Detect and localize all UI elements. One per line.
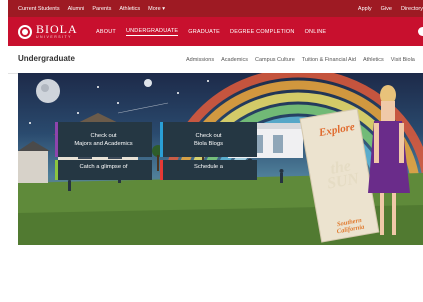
utility-link-athletics[interactable]: Athletics	[119, 6, 140, 12]
cta-accent-bar	[55, 122, 58, 157]
utility-bar: Current Students Alumni Parents Athletic…	[8, 0, 423, 17]
subnav-link-athletics[interactable]: Athletics	[363, 57, 384, 63]
nav-link-degree-completion[interactable]: DEGREE COMPLETION	[230, 29, 295, 35]
cta-accent-bar	[55, 160, 58, 180]
cta-line1: Check out	[90, 132, 117, 139]
cta-accent-bar	[160, 160, 163, 180]
subnav-link-admissions[interactable]: Admissions	[186, 57, 214, 63]
cta-accent-bar	[160, 122, 163, 157]
subnav-link-academics[interactable]: Academics	[221, 57, 248, 63]
cta-catch-a-glimpse[interactable]: Catch a glimpse of	[55, 160, 152, 180]
cta-schedule-a-visit[interactable]: Schedule a	[160, 160, 257, 180]
logo-mark-icon	[18, 24, 32, 39]
utility-link-alumni[interactable]: Alumni	[68, 6, 85, 12]
nav-link-about[interactable]: ABOUT	[96, 29, 116, 35]
nav-link-undergraduate[interactable]: UNDERGRADUATE	[125, 28, 179, 36]
cta-line2: Biola Blogs	[193, 140, 223, 147]
utility-link-current-students[interactable]: Current Students	[18, 6, 60, 12]
nav-link-online[interactable]: ONLINE	[305, 29, 327, 35]
utility-link-give[interactable]: Give	[381, 6, 392, 12]
poster-sun-text: the SUN	[325, 157, 361, 193]
subnav-link-visit[interactable]: Visit Biola	[391, 57, 415, 63]
search-icon[interactable]	[418, 27, 423, 36]
biola-logo[interactable]: BIOLA UNIVERSITY	[18, 22, 78, 41]
cta-line2: Majors and Academics	[74, 140, 133, 147]
main-nav: BIOLA UNIVERSITY ABOUT UNDERGRADUATE GRA…	[8, 17, 423, 46]
hero-banner[interactable]: Explore the SUN Southern California	[18, 73, 423, 245]
cta-line1: Schedule a	[193, 164, 223, 170]
nav-link-graduate[interactable]: GRADUATE	[188, 29, 220, 35]
browser-viewport: Current Students Alumni Parents Athletic…	[8, 0, 423, 302]
section-subnav: Undergraduate Admissions Academics Campu…	[8, 46, 423, 74]
cta-majors-and-academics[interactable]: Check out Majors and Academics	[55, 122, 152, 157]
utility-link-directory[interactable]: Directory	[401, 6, 423, 12]
cta-biola-blogs[interactable]: Check out Biola Blogs	[160, 122, 257, 157]
utility-link-parents[interactable]: Parents	[92, 6, 111, 12]
subnav-link-tuition[interactable]: Tuition & Financial Aid	[302, 57, 356, 63]
logo-name: BIOLA	[36, 22, 78, 36]
utility-link-apply[interactable]: Apply	[358, 6, 372, 12]
subnav-link-campus-culture[interactable]: Campus Culture	[255, 57, 295, 63]
cta-line1: Check out	[195, 132, 222, 139]
section-title: Undergraduate	[18, 54, 75, 63]
logo-subtitle: UNIVERSITY	[36, 35, 73, 39]
utility-link-more[interactable]: More ▾	[148, 6, 165, 12]
cta-line1: Catch a glimpse of	[79, 164, 128, 170]
